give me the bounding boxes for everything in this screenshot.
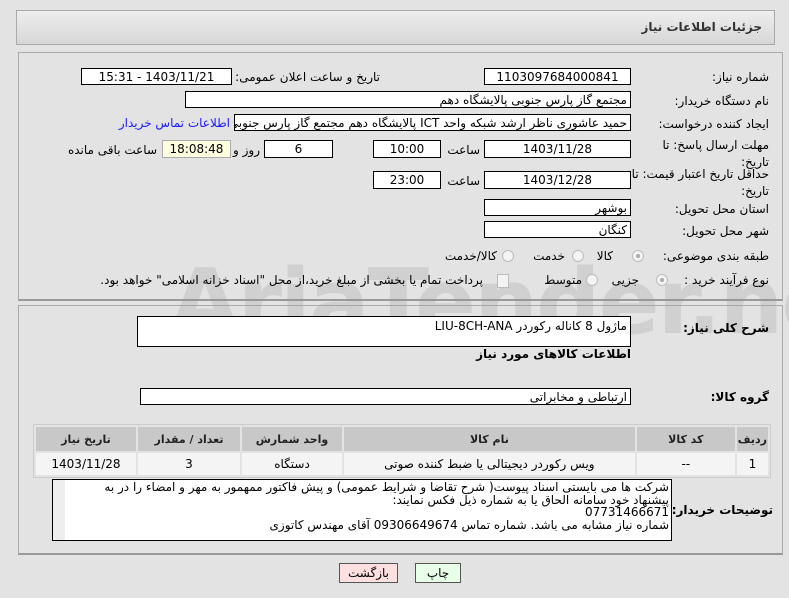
payment-note: پرداخت تمام یا بخشی از مبلغ خرید،از محل … [100, 273, 483, 287]
notes-scrollbar[interactable] [53, 480, 65, 540]
table-row: 1 -- ویس رکوردر دیجیتالی یا ضبط کننده صو… [36, 453, 768, 475]
category-radio-both[interactable] [502, 250, 514, 262]
need-number-field: 1103097684000841 [484, 68, 631, 85]
page-header: جزئیات اطلاعات نیاز [16, 10, 775, 45]
process-radio-minor[interactable] [656, 274, 668, 286]
notes-line: پیشنهاد خود سامانه الحاق یا به شماره ذیل… [392, 492, 669, 507]
cell-qty: 3 [138, 453, 240, 475]
cell-name: ویس رکوردر دیجیتالی یا ضبط کننده صوتی [344, 453, 635, 475]
category-option-service: خدمت [533, 249, 565, 263]
deadline-time-field: 10:00 [373, 140, 441, 158]
province-field: بوشهر [484, 199, 631, 216]
buyer-contact-link[interactable]: اطلاعات تماس خریدار [119, 116, 230, 130]
notes-line: شماره نیاز مشابه می باشد. شماره تماس 093… [269, 517, 669, 532]
print-button[interactable]: چاپ [415, 563, 461, 583]
creator-field: حمید عاشوری ناظر ارشد شبکه واحد ICT پالا… [234, 114, 631, 131]
notes-textarea[interactable]: شرکت ها می بایستی اسناد پیوست( شرح تقاضا… [52, 479, 672, 541]
process-radio-medium[interactable] [586, 274, 598, 286]
description-label: شرح کلی نیاز: [683, 321, 769, 335]
days-label: روز و [233, 143, 260, 157]
notes-line: 07731466671 [585, 505, 669, 519]
cell-code: -- [636, 453, 735, 475]
validity-time-label: ساعت [447, 174, 480, 188]
description-field[interactable]: ماژول 8 کاناله رکوردر LIU-8CH-ANA [137, 316, 631, 347]
buyer-field: مجتمع گاز پارس جنوبی پالایشگاه دهم [185, 91, 631, 108]
page-title: جزئیات اطلاعات نیاز [641, 20, 762, 34]
goods-section-title: اطلاعات کالاهای مورد نیاز [476, 347, 631, 361]
col-row: ردیف [736, 427, 768, 451]
announce-label: تاریخ و ساعت اعلان عمومی: [235, 70, 380, 84]
payment-checkbox[interactable] [497, 274, 509, 288]
remaining-time-field: 18:08:48 [162, 140, 231, 158]
remaining-label: ساعت باقی مانده [67, 143, 157, 157]
deadline-date-field: 1403/11/28 [484, 140, 631, 158]
deadline-time-label: ساعت [447, 143, 480, 157]
announce-field: 1403/11/21 - 15:31 [81, 68, 232, 85]
city-field: کنگان [484, 221, 631, 238]
col-unit: واحد شمارش [242, 427, 342, 451]
process-option-medium: متوسط [544, 273, 582, 287]
col-date: تاریخ نیاز [36, 427, 136, 451]
category-radio-goods[interactable] [632, 250, 644, 262]
validity-date-field: 1403/12/28 [484, 171, 631, 189]
creator-label: ایجاد کننده درخواست: [658, 117, 769, 131]
category-radio-service[interactable] [572, 250, 584, 262]
validity-label: حداقل تاریخ اعتبار قیمت: تا تاریخ: [631, 167, 769, 198]
cell-unit: دستگاه [242, 453, 342, 475]
goods-table: ردیف کد کالا نام کالا واحد شمارش تعداد /… [33, 424, 771, 478]
province-label: استان محل تحویل: [674, 202, 769, 216]
process-option-minor: جزیی [611, 273, 639, 287]
buyer-label: نام دستگاه خریدار: [674, 94, 770, 108]
col-qty: تعداد / مقدار [138, 427, 240, 451]
cell-row: 1 [736, 453, 768, 475]
group-field: ارتباطی و مخابراتی [140, 388, 631, 405]
validity-time-field: 23:00 [373, 171, 441, 189]
process-label: نوع فرآیند خرید : [684, 273, 769, 287]
category-option-goods: کالا [596, 249, 613, 263]
table-header-row: ردیف کد کالا نام کالا واحد شمارش تعداد /… [36, 427, 768, 451]
category-label: طبقه بندی موضوعی: [662, 249, 769, 263]
city-label: شهر محل تحویل: [682, 224, 769, 238]
category-option-both: کالا/خدمت [444, 249, 497, 263]
need-number-label: شماره نیاز: [712, 70, 769, 84]
col-name: نام کالا [344, 427, 635, 451]
cell-date: 1403/11/28 [36, 453, 136, 475]
back-button[interactable]: بازگشت [339, 563, 398, 583]
days-field: 6 [264, 140, 333, 158]
notes-line: شرکت ها می بایستی اسناد پیوست( شرح تقاضا… [104, 480, 669, 494]
notes-label: توضیحات خریدار: [671, 503, 773, 517]
col-code: کد کالا [636, 427, 735, 451]
group-label: گروه کالا: [710, 390, 769, 404]
